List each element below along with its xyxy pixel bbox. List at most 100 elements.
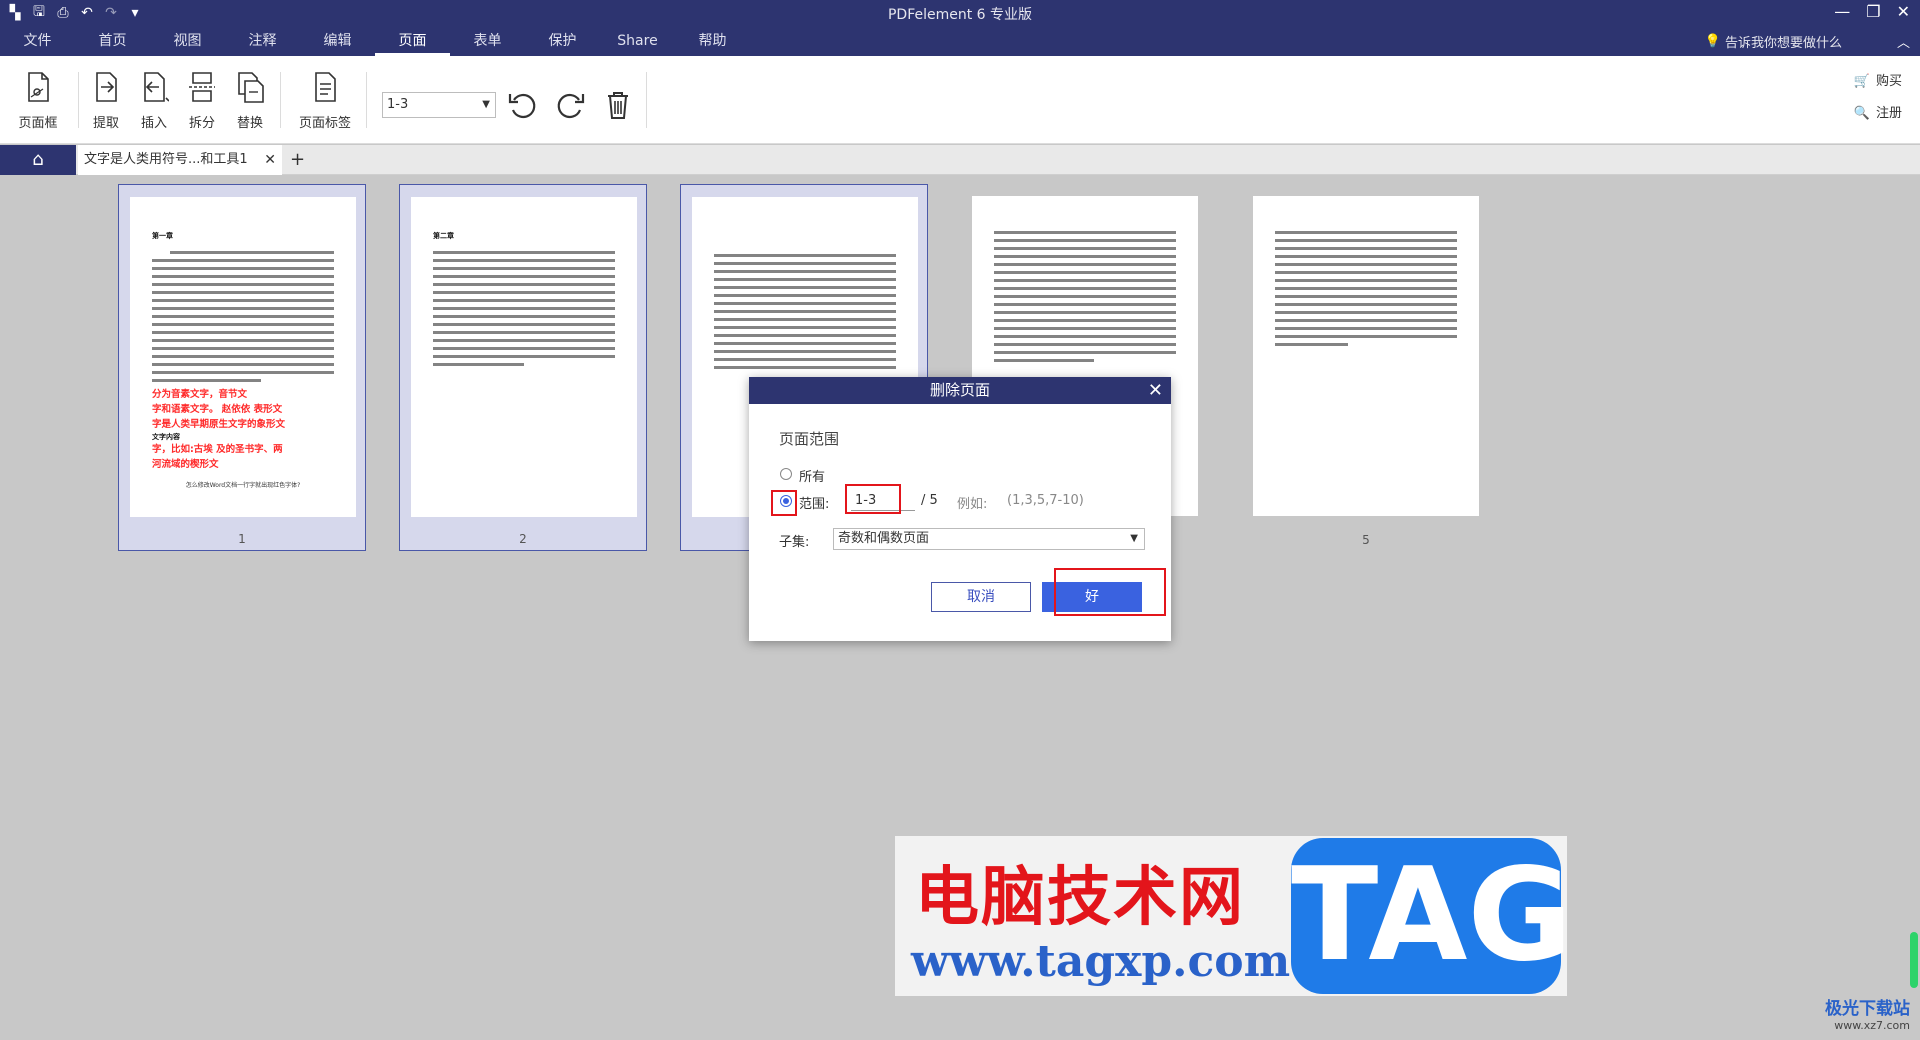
red-text-line: 字，比如:古埃 及的圣书字、两	[152, 444, 283, 455]
replace-icon	[238, 72, 264, 103]
toolbar-divider	[646, 72, 647, 128]
page-total: / 5	[921, 493, 938, 508]
register-button[interactable]: 🔍 注册	[1852, 102, 1902, 121]
close-window-button[interactable]: ✕	[1897, 2, 1910, 21]
close-icon[interactable]: ✕	[1148, 377, 1163, 404]
document-tab[interactable]: 文字是人类用符号...和工具1 ✕	[78, 145, 282, 175]
subset-value: 奇数和偶数页面	[838, 531, 930, 546]
replace-label: 替换	[236, 116, 263, 131]
range-highlight-box	[845, 484, 901, 514]
split-icon	[189, 72, 215, 102]
red-text-line: 分为音素文字，音节文	[152, 389, 248, 400]
collapse-ribbon-button[interactable]: ︿	[1897, 32, 1910, 51]
tell-me-search[interactable]: 💡 告诉我你想要做什么	[1705, 32, 1842, 51]
buy-button[interactable]: 🛒 购买	[1852, 70, 1902, 89]
subset-select[interactable]: 奇数和偶数页面 ▼	[833, 528, 1145, 550]
scrollbar-thumb[interactable]	[1910, 932, 1918, 988]
window-controls: — ❐ ✕	[1834, 2, 1910, 21]
page-label-icon	[315, 72, 336, 102]
title-bar: ▚ 🖫 ⎙ ↶ ↷ ▾ PDFelement 6 专业版 — ❐ ✕ 文件 首页…	[0, 0, 1920, 56]
add-tab-button[interactable]: +	[290, 145, 305, 175]
document-tab-bar: ⌂ 文字是人类用符号...和工具1 ✕ +	[0, 145, 1920, 175]
page-thumbnail[interactable]: 第一章 分为音素文字，音节文 字和语素文字。 赵依依 表形文 字是人类早期原生文…	[118, 184, 366, 551]
document-tab-title: 文字是人类用符号...和工具1	[84, 152, 248, 167]
delete-pages-dialog: 删除页面 ✕ 页面范围 所有 范围: 1-3 / 5 例如: (1,3,5,7-…	[749, 377, 1171, 641]
maximize-button[interactable]: ❐	[1866, 2, 1880, 21]
menu-share[interactable]: Share	[600, 28, 675, 56]
extract-icon	[96, 72, 117, 102]
menu-edit[interactable]: 编辑	[300, 28, 375, 56]
page-box-label: 页面框	[18, 116, 58, 131]
corner-logo-url: www.xz7.com	[1834, 1019, 1910, 1032]
ok-highlight-box	[1054, 568, 1166, 616]
insert-icon	[144, 72, 170, 102]
all-pages-radio[interactable]	[780, 468, 792, 480]
example-value: (1,3,5,7-10)	[1007, 493, 1084, 508]
chevron-down-icon: ▼	[482, 99, 490, 110]
page-number: 1	[238, 532, 246, 546]
red-text-line: 河流域的楔形文	[152, 459, 219, 470]
dialog-title: 删除页面	[929, 381, 990, 399]
page-number: 2	[519, 532, 527, 546]
page-thumbnail[interactable]: 5	[1242, 184, 1490, 551]
minimize-button[interactable]: —	[1834, 2, 1850, 21]
menu-comment[interactable]: 注释	[225, 28, 300, 56]
menu-form[interactable]: 表单	[450, 28, 525, 56]
watermark-banner: 电脑技术网 www.tagxp.com TAG	[895, 836, 1573, 996]
section-heading: 文字内容	[152, 433, 180, 441]
page-thumbnail[interactable]: 第二章 2	[399, 184, 647, 551]
rotate-left-icon[interactable]	[506, 88, 540, 122]
watermark-title: 电脑技术网	[915, 861, 1245, 935]
page-label-button[interactable]: 页面标签	[292, 70, 358, 131]
buy-label: 购买	[1875, 74, 1902, 89]
watermark-tag-logo: TAG	[1291, 838, 1573, 994]
example-label: 例如:	[957, 497, 988, 512]
page-box-button[interactable]: 页面框	[10, 70, 66, 131]
corner-watermark-logo: 极光下载站 www.xz7.com	[1825, 994, 1910, 1032]
lightbulb-icon: 💡	[1704, 34, 1721, 49]
page-preview: 第一章 分为音素文字，音节文 字和语素文字。 赵依依 表形文 字是人类早期原生文…	[130, 197, 356, 517]
cart-icon: 🛒	[1853, 74, 1871, 89]
toolbar-divider	[280, 72, 281, 128]
watermark-url: www.tagxp.com	[911, 936, 1291, 987]
replace-button[interactable]: 替换	[222, 70, 278, 131]
menu-page[interactable]: 页面	[375, 28, 450, 56]
page-label-text: 页面标签	[298, 116, 351, 131]
register-label: 注册	[1875, 106, 1902, 121]
page-box-icon	[28, 72, 49, 102]
page-range-select[interactable]: 1-3 ▼	[382, 92, 496, 118]
close-tab-icon[interactable]: ✕	[264, 145, 276, 175]
page-range-heading: 页面范围	[779, 430, 840, 448]
red-text-line: 字和语素文字。 赵依依 表形文	[152, 404, 283, 415]
red-text-line: 字是人类早期原生文字的象形文	[152, 419, 286, 430]
key-icon: 🔍	[1853, 106, 1871, 121]
page-preview: 第二章	[411, 197, 637, 517]
home-icon: ⌂	[32, 149, 44, 170]
subset-label: 子集:	[779, 535, 810, 550]
tell-me-label: 告诉我你想要做什么	[1724, 36, 1842, 51]
menu-file[interactable]: 文件	[0, 28, 75, 56]
menu-home[interactable]: 首页	[75, 28, 150, 56]
page-range-value: 1-3	[387, 97, 409, 112]
chapter-title: 第一章	[152, 231, 173, 240]
radio-highlight-box	[771, 490, 797, 516]
chevron-down-icon: ▼	[1130, 533, 1138, 544]
menu-protect[interactable]: 保护	[525, 28, 600, 56]
ribbon-toolbar: 页面框 提取 插入 拆分 替换 页面标签 1-3 ▼ 🛒 购买 🔍 注册	[0, 56, 1920, 144]
rotate-right-icon[interactable]	[553, 88, 587, 122]
home-tab[interactable]: ⌂	[0, 145, 76, 175]
page-number: 5	[1362, 533, 1370, 547]
menu-help[interactable]: 帮助	[675, 28, 750, 56]
all-pages-label: 所有	[799, 470, 826, 485]
chapter-title: 第二章	[433, 231, 454, 240]
toolbar-divider	[366, 72, 367, 128]
range-label: 范围:	[799, 497, 830, 512]
corner-logo-name: 极光下载站	[1825, 999, 1910, 1019]
menu-bar: 文件 首页 视图 注释 编辑 页面 表单 保护 Share 帮助	[0, 28, 750, 56]
cancel-button[interactable]: 取消	[931, 582, 1031, 612]
dialog-header: 删除页面 ✕	[749, 377, 1171, 404]
page-preview	[1253, 196, 1479, 516]
trash-icon[interactable]	[601, 88, 635, 122]
menu-view[interactable]: 视图	[150, 28, 225, 56]
page-caption: 怎么修改Word文档一行字就出现红色字体?	[185, 482, 301, 489]
